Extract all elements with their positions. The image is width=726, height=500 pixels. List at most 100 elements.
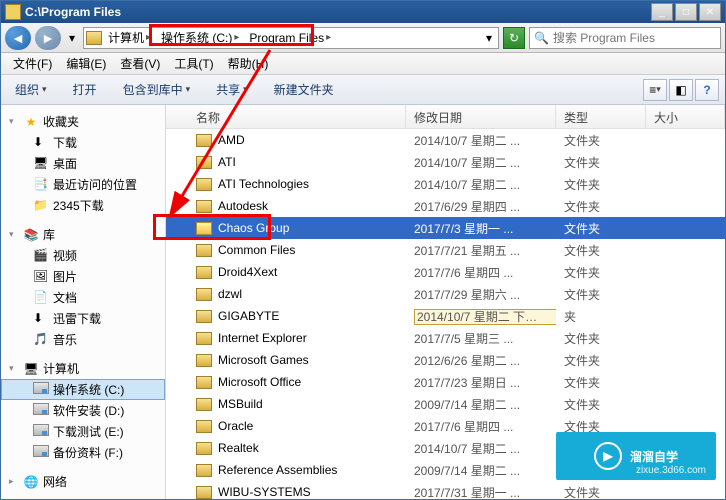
crumb-drive[interactable]: 操作系统 (C:) ▸ bbox=[157, 28, 243, 48]
sidebar-item[interactable]: 下载测试 (E:) bbox=[1, 421, 165, 442]
folder-name: ATI bbox=[218, 155, 236, 169]
table-row[interactable]: Realtek2014/10/7 星期二 ...文件夹 bbox=[166, 437, 725, 459]
new-folder-button[interactable]: 新建文件夹 bbox=[266, 78, 342, 101]
folder-name: WIBU-SYSTEMS bbox=[218, 485, 311, 499]
folder-icon bbox=[196, 464, 212, 477]
libraries-header[interactable]: ▾ 📚 库 bbox=[1, 224, 165, 245]
close-button[interactable]: ✕ bbox=[699, 3, 721, 21]
folder-icon bbox=[196, 244, 212, 257]
toolbar: 组织▾ 打开 包含到库中▾ 共享▾ 新建文件夹 ≡▾ ◧ ? bbox=[1, 75, 725, 105]
table-row[interactable]: AMD2014/10/7 星期二 ...文件夹 bbox=[166, 129, 725, 151]
preview-pane-button[interactable]: ◧ bbox=[669, 79, 693, 101]
table-row[interactable]: Chaos Group2017/7/3 星期一 ...文件夹 bbox=[166, 217, 725, 239]
menu-tools[interactable]: 工具(T) bbox=[168, 53, 219, 74]
crumb-computer[interactable]: 计算机 ▸ bbox=[104, 28, 155, 48]
sidebar-item[interactable]: 📑最近访问的位置 bbox=[1, 174, 165, 195]
sidebar-item[interactable]: 🎵音乐 bbox=[1, 329, 165, 350]
table-row[interactable]: Droid4Xext2017/7/6 星期四 ...文件夹 bbox=[166, 261, 725, 283]
sidebar-item[interactable]: 🖥桌面 bbox=[1, 153, 165, 174]
refresh-button[interactable]: ↻ bbox=[503, 27, 525, 49]
folder-icon bbox=[196, 200, 212, 213]
table-row[interactable]: Common Files2017/7/21 星期五 ...文件夹 bbox=[166, 239, 725, 261]
sidebar-item[interactable]: 🎬视频 bbox=[1, 245, 165, 266]
view-mode-button[interactable]: ≡▾ bbox=[643, 79, 667, 101]
table-row[interactable]: Autodesk2017/6/29 星期四 ...文件夹 bbox=[166, 195, 725, 217]
sidebar-item[interactable]: ⬇下载 bbox=[1, 132, 165, 153]
sidebar-item[interactable]: 🖼图片 bbox=[1, 266, 165, 287]
sidebar-item-label: 操作系统 (C:) bbox=[53, 381, 124, 398]
maximize-button[interactable]: □ bbox=[675, 3, 697, 21]
view-controls: ≡▾ ◧ ? bbox=[643, 79, 719, 101]
file-list: 名称 修改日期 类型 大小 AMD2014/10/7 星期二 ...文件夹ATI… bbox=[166, 105, 725, 499]
computer-header[interactable]: ▾ 🖥 计算机 bbox=[1, 358, 165, 379]
table-row[interactable]: ATI Technologies2014/10/7 星期二 ...文件夹 bbox=[166, 173, 725, 195]
table-row[interactable]: MSBuild2009/7/14 星期二 ...文件夹 bbox=[166, 393, 725, 415]
search-input[interactable] bbox=[553, 31, 716, 45]
table-row[interactable]: Microsoft Games2012/6/26 星期二 ...文件夹 bbox=[166, 349, 725, 371]
favorites-header[interactable]: ▾ ★ 收藏夹 bbox=[1, 111, 165, 132]
sidebar-item[interactable]: 操作系统 (C:) bbox=[1, 379, 165, 400]
folder-name: Microsoft Office bbox=[218, 375, 301, 389]
address-dropdown[interactable]: ▾ bbox=[482, 31, 496, 45]
cell-name: ATI bbox=[166, 153, 406, 171]
folder-icon bbox=[196, 420, 212, 433]
menu-edit[interactable]: 编辑(E) bbox=[60, 53, 112, 74]
drive-icon bbox=[33, 445, 49, 461]
column-type[interactable]: 类型 bbox=[556, 105, 646, 128]
cell-name: Common Files bbox=[166, 241, 406, 259]
address-bar[interactable]: 计算机 ▸ 操作系统 (C:) ▸ Program Files ▸ ▾ bbox=[83, 27, 499, 49]
star-icon: ★ bbox=[23, 114, 39, 130]
favorites-label: 收藏夹 bbox=[43, 113, 79, 130]
table-row[interactable]: GIGABYTE2014/10/7 星期二 下午 3:41夹 bbox=[166, 305, 725, 327]
cell-type: 文件夹 bbox=[556, 372, 646, 393]
minimize-button[interactable]: _ bbox=[651, 3, 673, 21]
sidebar-item[interactable]: 📁2345下载 bbox=[1, 195, 165, 216]
cell-type: 夹 bbox=[556, 306, 646, 327]
menu-file[interactable]: 文件(F) bbox=[7, 53, 58, 74]
folder-icon bbox=[196, 332, 212, 345]
column-date[interactable]: 修改日期 bbox=[406, 105, 556, 128]
table-row[interactable]: WIBU-SYSTEMS2017/7/31 星期一 ...文件夹 bbox=[166, 481, 725, 499]
sidebar-item[interactable]: 📄文档 bbox=[1, 287, 165, 308]
sidebar-item[interactable]: 备份资料 (F:) bbox=[1, 442, 165, 463]
history-dropdown[interactable]: ▾ bbox=[65, 26, 79, 50]
folder-name: Microsoft Games bbox=[218, 353, 309, 367]
search-icon: 🔍 bbox=[534, 31, 549, 45]
sidebar-item[interactable]: 软件安装 (D:) bbox=[1, 400, 165, 421]
window-title: C:\Program Files bbox=[25, 5, 651, 19]
folder-icon bbox=[196, 354, 212, 367]
open-button[interactable]: 打开 bbox=[65, 78, 105, 101]
table-row[interactable]: dzwl2017/7/29 星期六 ...文件夹 bbox=[166, 283, 725, 305]
network-header[interactable]: ▸ 🌐 网络 bbox=[1, 471, 165, 492]
column-name[interactable]: 名称 bbox=[166, 105, 406, 128]
menu-view[interactable]: 查看(V) bbox=[114, 53, 166, 74]
share-button[interactable]: 共享▾ bbox=[208, 78, 256, 101]
include-library-button[interactable]: 包含到库中▾ bbox=[115, 78, 199, 101]
search-box[interactable]: 🔍 bbox=[529, 27, 721, 49]
cell-date: 2009/7/14 星期二 ... bbox=[406, 460, 556, 481]
table-row[interactable]: Reference Assemblies2009/7/14 星期二 ...文件夹 bbox=[166, 459, 725, 481]
table-row[interactable]: Microsoft Office2017/7/23 星期日 ...文件夹 bbox=[166, 371, 725, 393]
back-button[interactable]: ◄ bbox=[5, 26, 31, 50]
folder-name: GIGABYTE bbox=[218, 309, 279, 323]
cell-type: 文件夹 bbox=[556, 196, 646, 217]
cell-name: MSBuild bbox=[166, 395, 406, 413]
forward-button[interactable]: ► bbox=[35, 26, 61, 50]
table-row[interactable]: Internet Explorer2017/7/5 星期三 ...文件夹 bbox=[166, 327, 725, 349]
help-button[interactable]: ? bbox=[695, 79, 719, 101]
sidebar-item-label: 迅雷下载 bbox=[53, 310, 101, 327]
chevron-down-icon: ▾ bbox=[9, 363, 19, 374]
cell-type: 文件夹 bbox=[556, 152, 646, 173]
drive-icon bbox=[33, 403, 49, 419]
cell-name: Droid4Xext bbox=[166, 263, 406, 281]
cell-name: Internet Explorer bbox=[166, 329, 406, 347]
table-row[interactable]: ATI2014/10/7 星期二 ...文件夹 bbox=[166, 151, 725, 173]
crumb-folder[interactable]: Program Files ▸ bbox=[245, 28, 335, 48]
cell-name: Autodesk bbox=[166, 197, 406, 215]
sidebar-item[interactable]: ⬇迅雷下载 bbox=[1, 308, 165, 329]
organize-button[interactable]: 组织▾ bbox=[7, 78, 55, 101]
table-row[interactable]: Oracle2017/7/6 星期四 ...文件夹 bbox=[166, 415, 725, 437]
menu-help[interactable]: 帮助(H) bbox=[222, 53, 275, 74]
cell-date: 2012/6/26 星期二 ... bbox=[406, 350, 556, 371]
column-size[interactable]: 大小 bbox=[646, 105, 725, 128]
